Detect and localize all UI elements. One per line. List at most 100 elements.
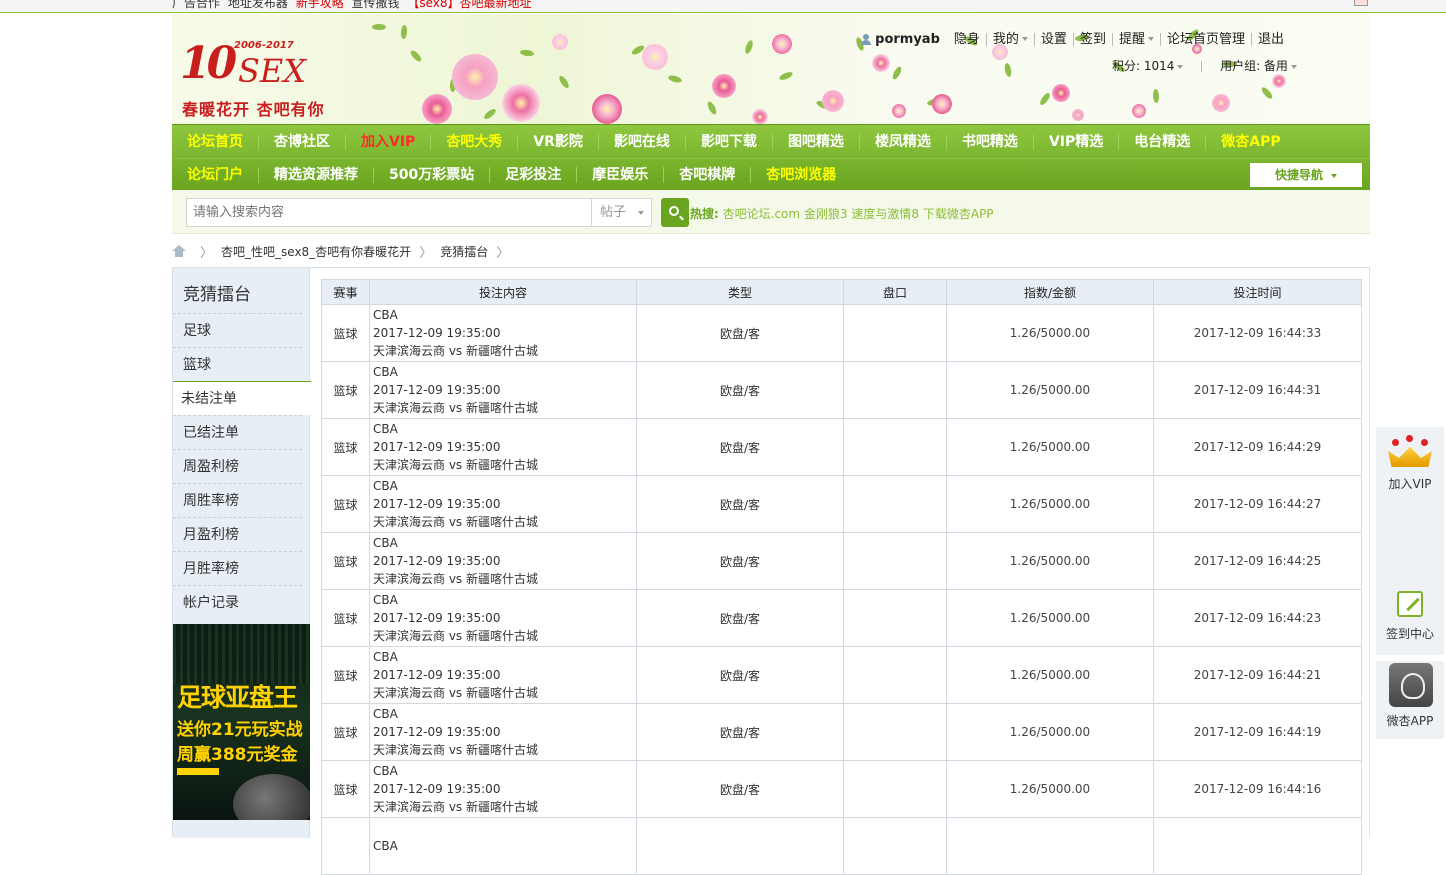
- cell-bet-time: 2017-12-09 16:44:25: [1153, 532, 1362, 590]
- sidebar-item[interactable]: 周胜率榜: [173, 483, 302, 517]
- hot-search-link[interactable]: 速度与激情8: [851, 207, 919, 221]
- checkin-center-link[interactable]: 签到中心: [1376, 625, 1444, 642]
- nav-item[interactable]: 摩臣娱乐: [577, 167, 665, 183]
- top-link[interactable]: 广告合作: [172, 0, 220, 10]
- nav-item[interactable]: VIP精选: [1034, 133, 1120, 150]
- nav-item[interactable]: 杏吧大秀: [431, 133, 519, 150]
- nav-item[interactable]: 影吧下载: [686, 133, 773, 150]
- ad-ball-graphic: [233, 774, 310, 820]
- my-menu[interactable]: 我的: [985, 32, 1034, 46]
- nav-item[interactable]: 微杏APP: [1206, 134, 1295, 150]
- usergroup-menu[interactable]: 用户组: 备用: [1220, 59, 1297, 73]
- table-row: 篮球 CBA 2017-12-09 19:35:00 天津滨海云商 vs 新疆喀什古城…: [321, 760, 1362, 818]
- leaf-graphic: [400, 24, 408, 40]
- cell-handicap: [843, 589, 947, 647]
- breadcrumb-separator: 〉: [419, 245, 433, 261]
- sidebar-ad-banner[interactable]: 足球亚盘王 送你21元玩实战 周赢388元奖金: [173, 624, 310, 820]
- cell-sport: [321, 817, 370, 875]
- column-header-event: 赛事: [321, 279, 370, 305]
- nav-item[interactable]: 杏吧棋牌: [664, 167, 752, 183]
- quick-nav-button[interactable]: 快捷导航: [1250, 163, 1362, 187]
- search-type-select[interactable]: 帖子: [592, 198, 652, 227]
- nav-item[interactable]: 杏博社区: [259, 133, 346, 150]
- nav-item[interactable]: 影吧在线: [599, 133, 686, 150]
- top-link[interactable]: 地址发布器: [228, 0, 288, 10]
- cell-bet-content: CBA 2017-12-09 19:35:00 天津滨海云商 vs 新疆喀什古城: [369, 589, 637, 647]
- hot-search-link[interactable]: 下载微杏APP: [923, 207, 994, 221]
- cell-bet-time: 2017-12-09 16:44:23: [1153, 589, 1362, 647]
- app-icon[interactable]: [1389, 663, 1433, 707]
- nav-item[interactable]: 图吧精选: [773, 133, 860, 150]
- cell-type: 欧盘/客: [636, 589, 844, 647]
- nav-item[interactable]: 电台精选: [1119, 133, 1207, 150]
- leaf-graphic: [743, 39, 755, 55]
- logo-sex: SEX: [238, 52, 307, 90]
- nav-item[interactable]: 杏吧浏览器: [751, 167, 851, 183]
- top-link[interactable]: 新手攻略: [296, 0, 344, 10]
- cell-odds-amount: 1.26/5000.00: [946, 361, 1154, 419]
- leaf-graphic: [519, 49, 535, 57]
- home-icon[interactable]: [172, 245, 186, 257]
- invisible-link[interactable]: 隐身: [948, 33, 986, 46]
- sidebar-item[interactable]: 篮球: [173, 347, 302, 381]
- username-link[interactable]: pormyab: [875, 32, 940, 47]
- sidebar-item[interactable]: 月胜率榜: [173, 551, 302, 585]
- top-link[interactable]: 【sex8】杏吧最新地址: [407, 0, 531, 10]
- table-row: 篮球 CBA 2017-12-09 19:35:00 天津滨海云商 vs 新疆喀什古城…: [321, 646, 1362, 704]
- close-icon[interactable]: [1354, 0, 1368, 6]
- nav-item[interactable]: 楼凤精选: [860, 133, 947, 150]
- search-input[interactable]: [186, 198, 592, 227]
- sidebar-item[interactable]: 未结注单: [173, 381, 311, 415]
- leaf-graphic: [778, 70, 794, 82]
- nav-item[interactable]: 加入VIP: [346, 133, 432, 150]
- sidebar-item[interactable]: 帐户记录: [173, 585, 302, 619]
- app-download-link[interactable]: 微杏APP: [1376, 712, 1444, 729]
- pencil-icon[interactable]: [1397, 591, 1423, 617]
- hot-search-link[interactable]: 杏吧论坛.com: [723, 207, 800, 221]
- hot-label: 热搜:: [690, 207, 719, 221]
- reminder-menu[interactable]: 提醒: [1111, 32, 1160, 46]
- sidebar-item[interactable]: 月盈利榜: [173, 517, 302, 551]
- nav-item[interactable]: 论坛门户: [172, 167, 259, 183]
- bet-content-match-time: 2017-12-09 19:35:00: [373, 725, 501, 739]
- cell-handicap: [843, 646, 947, 704]
- nav-item[interactable]: 论坛首页: [172, 133, 259, 150]
- sidebar-item[interactable]: 足球: [173, 313, 302, 347]
- bet-content-league: CBA: [373, 707, 398, 721]
- sidebar: 竞猜擂台 足球 篮球 未结注单 已结注单 周盈利榜 周胜率榜 月盈利榜 月胜率榜 帐户记录 足球…: [173, 268, 311, 838]
- cell-type: [636, 817, 844, 875]
- breadcrumb-item[interactable]: 杏吧_性吧_sex8_杏吧有你春暖花开: [221, 243, 411, 260]
- leaf-graphic: [706, 100, 718, 116]
- bet-content-match-time: 2017-12-09 19:35:00: [373, 383, 501, 397]
- flower-graphic: [422, 94, 452, 124]
- settings-link[interactable]: 设置: [1033, 32, 1073, 46]
- sidebar-item[interactable]: 已结注单: [173, 415, 302, 449]
- logo-number: 10: [180, 38, 237, 89]
- cell-odds-amount: 1.26/5000.00: [946, 760, 1154, 818]
- hot-search-link[interactable]: 金刚狼3: [804, 207, 848, 221]
- top-link[interactable]: 宣传撒钱: [352, 0, 400, 10]
- cell-sport: 篮球: [321, 361, 370, 419]
- points-menu[interactable]: 积分: 1014: [1112, 59, 1184, 73]
- logout-link[interactable]: 退出: [1250, 32, 1290, 46]
- nav-item[interactable]: 500万彩票站: [374, 167, 491, 183]
- crown-icon[interactable]: [1386, 435, 1434, 469]
- table-row: 篮球 CBA 2017-12-09 19:35:00 天津滨海云商 vs 新疆喀什古城…: [321, 304, 1362, 362]
- cell-sport: 篮球: [321, 760, 370, 818]
- breadcrumb-item[interactable]: 竞猜擂台: [440, 243, 488, 260]
- nav-item[interactable]: VR影院: [518, 133, 599, 150]
- search-button[interactable]: [661, 198, 689, 227]
- sidebar-item[interactable]: 周盈利榜: [173, 449, 302, 483]
- checkin-link[interactable]: 签到: [1072, 32, 1112, 46]
- nav-item[interactable]: 精选资源推荐: [259, 167, 374, 183]
- site-logo[interactable]: 10 2006-2017 SEX 春暖花开 杏吧有你: [180, 28, 350, 119]
- nav-item[interactable]: 书吧精选: [947, 133, 1034, 150]
- forum-admin-link[interactable]: 论坛首页管理: [1159, 32, 1251, 46]
- nav-item[interactable]: 足彩投注: [490, 167, 578, 183]
- join-vip-link[interactable]: 加入VIP: [1376, 475, 1444, 492]
- user-toolbar: pormyab 隐身 我的 设置 签到 提醒 论坛首页管理 退出: [861, 30, 1290, 48]
- cell-bet-content: CBA 2017-12-09 19:35:00 天津滨海云商 vs 新疆喀什古城: [369, 646, 637, 704]
- bet-content-teams: 天津滨海云商 vs 新疆喀什古城: [373, 686, 538, 700]
- user-icon: [861, 33, 872, 45]
- cell-odds-amount: 1.26/5000.00: [946, 589, 1154, 647]
